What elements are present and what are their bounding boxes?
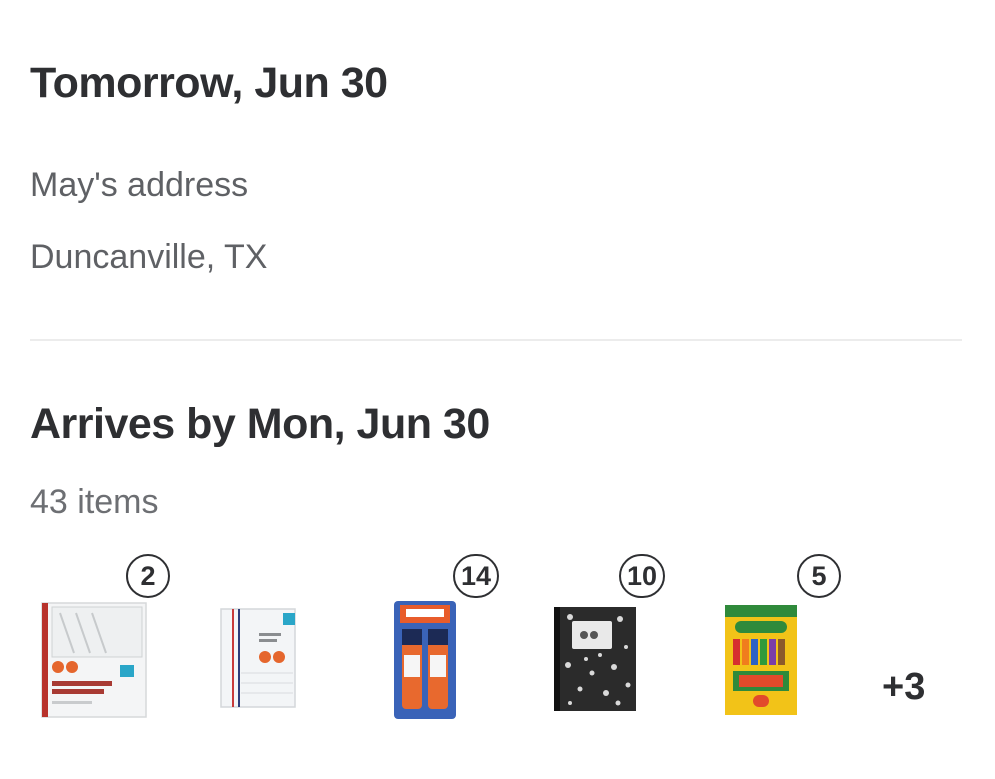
item-quantity-badge: 14 [453,554,500,598]
item-quantity-badge: 5 [797,554,841,598]
item-thumb-composition-notebook[interactable] [530,595,660,725]
filler-paper-icon [220,608,296,708]
sheet-protectors-icon [41,602,147,718]
item-thumb-crayons[interactable] [697,595,827,725]
item-thumb-glue-sticks[interactable] [360,595,490,725]
item-thumb-sheet-protectors[interactable] [28,595,158,725]
item-quantity-badge: 10 [619,554,666,598]
composition-notebook-icon [554,607,636,711]
crayons-icon [725,605,797,715]
more-items-count[interactable]: +3 [882,668,925,706]
glue-sticks-icon [394,601,456,719]
item-thumb-filler-paper[interactable] [195,595,325,725]
item-thumbnails: 2 14 10 5 +3 [0,0,995,779]
item-quantity-badge: 2 [126,554,170,598]
